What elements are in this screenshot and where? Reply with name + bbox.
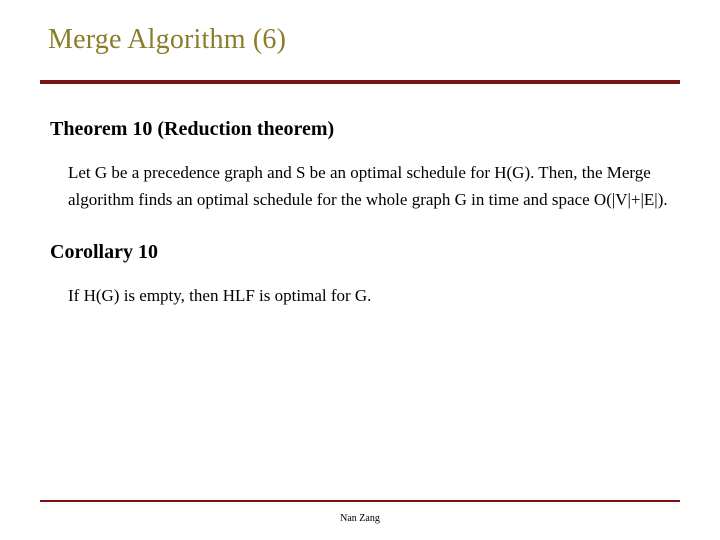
content-area: Theorem 10 (Reduction theorem) Let G be … xyxy=(50,118,670,328)
corollary-block: Corollary 10 If H(G) is empty, then HLF … xyxy=(50,241,670,309)
corollary-heading: Corollary 10 xyxy=(50,241,670,264)
divider-top xyxy=(40,80,680,84)
footer-author: Nan Zang xyxy=(0,513,720,524)
theorem-heading: Theorem 10 (Reduction theorem) xyxy=(50,118,670,141)
divider-bottom xyxy=(40,500,680,502)
slide-title: Merge Algorithm (6) xyxy=(48,24,286,56)
corollary-body: If H(G) is empty, then HLF is optimal fo… xyxy=(68,282,670,309)
theorem-body: Let G be a precedence graph and S be an … xyxy=(68,159,670,213)
slide: Merge Algorithm (6) Theorem 10 (Reductio… xyxy=(0,0,720,540)
